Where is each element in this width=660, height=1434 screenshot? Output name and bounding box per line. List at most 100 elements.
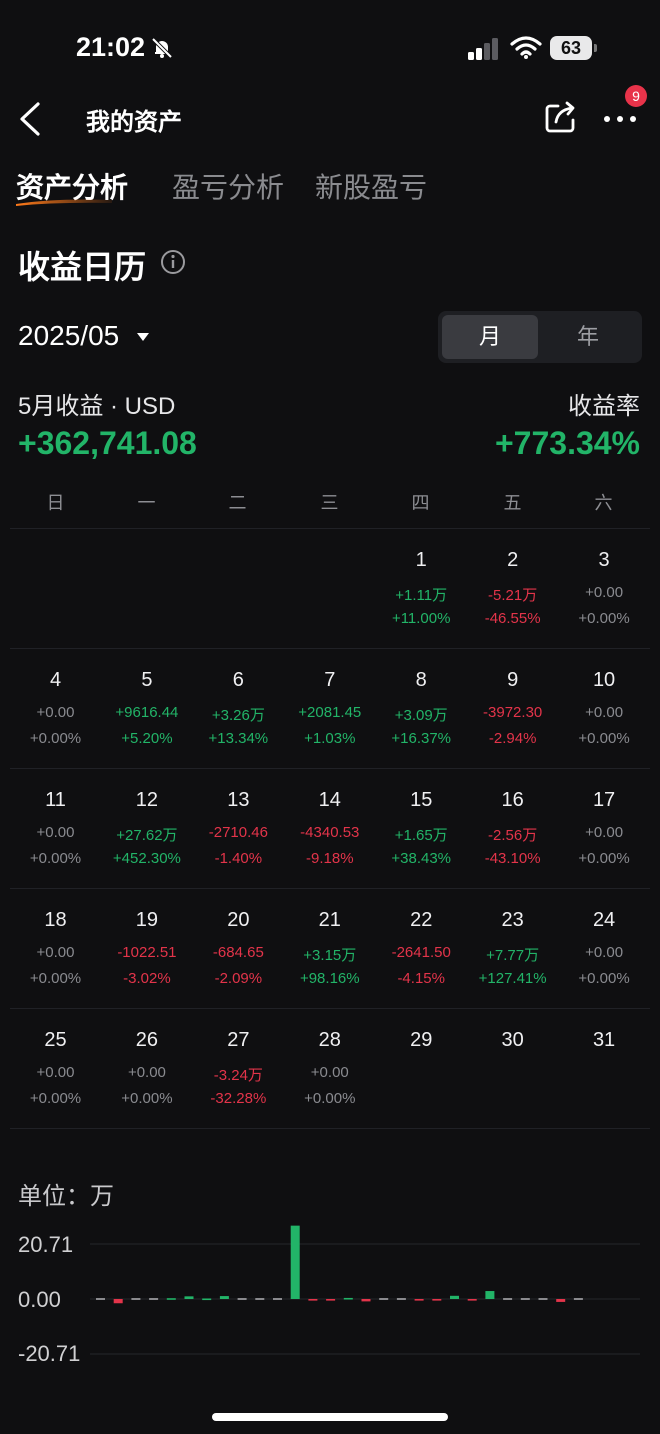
- day-profit-percent: -9.18%: [306, 850, 354, 867]
- day-profit-percent: -32.28%: [210, 1090, 267, 1107]
- day-profit-percent: -2.94%: [488, 730, 537, 747]
- day-number: 31: [592, 1029, 616, 1051]
- daily-profit-bar-chart: [90, 1225, 640, 1355]
- calendar-day-cell[interactable]: 5 +9616.44 +5.20%: [101, 649, 192, 769]
- y-tick-top: 20.71: [18, 1232, 74, 1257]
- battery-indicator: 63: [550, 36, 598, 60]
- calendar-day-cell[interactable]: 20 -684.65 -2.09%: [193, 889, 284, 1009]
- weekday-sun: 日: [46, 493, 65, 513]
- calendar-day-cell[interactable]: 1 +1.11万 +11.00%: [376, 529, 467, 649]
- status-time: 21:02: [76, 32, 146, 62]
- day-number: 16: [501, 789, 524, 811]
- calendar-day-cell[interactable]: 23 +7.77万 +127.41%: [467, 889, 558, 1009]
- monthly-revenue-label: 5月收益 · USD: [18, 393, 176, 420]
- toggle-month[interactable]: 月: [442, 315, 538, 359]
- calendar-day-cell[interactable]: 18 +0.00 +0.00%: [10, 889, 101, 1009]
- day-profit-percent: +0.00%: [29, 970, 82, 987]
- chart-bar: [237, 1298, 247, 1300]
- calendar-day-cell[interactable]: 27 -3.24万 -32.28%: [193, 1009, 284, 1129]
- toggle-year[interactable]: 年: [538, 315, 638, 359]
- chart-bar: [184, 1296, 194, 1299]
- calendar-day-cell[interactable]: 15 +1.65万 +38.43%: [376, 769, 467, 889]
- day-number: 4: [49, 669, 62, 691]
- calendar-day-cell[interactable]: 29: [376, 1009, 467, 1129]
- period-selector[interactable]: 2025/05: [18, 320, 119, 352]
- day-profit-amount: -1022.51: [117, 944, 177, 961]
- monthly-revenue-value: +362,741.08: [18, 425, 197, 461]
- day-profit-percent: +1.03%: [304, 730, 356, 747]
- day-number: 27: [227, 1029, 250, 1051]
- chart-bar: [379, 1298, 389, 1300]
- day-profit-amount: +0.00: [585, 824, 624, 841]
- caret-down-icon[interactable]: [136, 332, 150, 342]
- calendar-day-cell[interactable]: 17 +0.00 +0.00%: [559, 769, 650, 889]
- back-arrow-icon[interactable]: [16, 100, 46, 138]
- calendar-day-cell[interactable]: 26 +0.00 +0.00%: [101, 1009, 192, 1129]
- calendar-day-cell[interactable]: 25 +0.00 +0.00%: [10, 1009, 101, 1129]
- day-profit-percent: +0.00%: [578, 610, 630, 627]
- day-number: 14: [318, 789, 341, 811]
- day-number: 2: [507, 549, 519, 571]
- calendar-day-cell[interactable]: 22 -2641.50 -4.15%: [376, 889, 467, 1009]
- chart-bar: [556, 1299, 566, 1302]
- day-profit-amount: +3.15万: [303, 947, 357, 964]
- day-number: 3: [598, 549, 610, 571]
- day-profit-percent: -2.09%: [214, 970, 263, 987]
- battery-level: 63: [560, 38, 582, 58]
- section-title: 收益日历: [18, 249, 147, 285]
- share-icon[interactable]: [542, 98, 580, 136]
- day-number: 9: [507, 669, 519, 691]
- tab-profit-loss-analysis[interactable]: 盈亏分析: [172, 166, 284, 206]
- day-number: 10: [592, 669, 616, 691]
- day-number: 22: [410, 909, 433, 931]
- chart-bar: [503, 1298, 513, 1300]
- weekday-tue: 二: [228, 493, 247, 513]
- calendar-day-cell[interactable]: 14 -4340.53 -9.18%: [284, 769, 375, 889]
- calendar-day-cell[interactable]: 11 +0.00 +0.00%: [10, 769, 101, 889]
- calendar-day-cell[interactable]: 3 +0.00 +0.00%: [559, 529, 650, 649]
- day-profit-percent: +0.00%: [578, 730, 630, 747]
- calendar-day-cell[interactable]: 9 -3972.30 -2.94%: [467, 649, 558, 769]
- day-profit-percent: +5.20%: [121, 730, 173, 747]
- day-number: 25: [44, 1029, 67, 1051]
- weekday-thu: 四: [411, 493, 430, 513]
- chart-bar: [202, 1298, 212, 1301]
- calendar-day-cell[interactable]: 13 -2710.46 -1.40%: [193, 769, 284, 889]
- calendar-day-cell[interactable]: 19 -1022.51 -3.02%: [101, 889, 192, 1009]
- day-profit-amount: +0.00: [36, 824, 75, 841]
- day-number: 6: [232, 669, 244, 691]
- calendar-day-cell[interactable]: 10 +0.00 +0.00%: [559, 649, 650, 769]
- home-indicator[interactable]: [212, 1413, 448, 1421]
- calendar-day-cell[interactable]: 30: [467, 1009, 558, 1129]
- info-icon[interactable]: [160, 249, 186, 275]
- chart-bar: [326, 1299, 336, 1301]
- calendar-day-cell[interactable]: 16 -2.56万 -43.10%: [467, 769, 558, 889]
- calendar-day-cell[interactable]: 12 +27.62万 +452.30%: [101, 769, 192, 889]
- day-profit-amount: +1.65万: [394, 827, 448, 844]
- calendar-day-cell[interactable]: 28 +0.00 +0.00%: [284, 1009, 375, 1129]
- day-profit-amount: -4340.53: [300, 824, 360, 841]
- calendar-day-cell[interactable]: 31: [559, 1009, 650, 1129]
- day-number: 8: [415, 669, 427, 691]
- calendar-day-cell[interactable]: 4 +0.00 +0.00%: [10, 649, 101, 769]
- chart-bar: [219, 1296, 229, 1299]
- calendar-day-cell[interactable]: 8 +3.09万 +16.37%: [376, 649, 467, 769]
- day-number: 28: [318, 1029, 341, 1051]
- profit-calendar: 1 +1.11万 +11.00% 2 -5.21万 -46.55% 3 +0.00 +0.00%…: [10, 529, 650, 1129]
- calendar-day-cell[interactable]: 2 -5.21万 -46.55%: [467, 529, 558, 649]
- chart-bar: [113, 1299, 123, 1304]
- tab-ipo-profit-loss[interactable]: 新股盈亏: [315, 166, 427, 206]
- calendar-day-cell[interactable]: 21 +3.15万 +98.16%: [284, 889, 375, 1009]
- day-profit-percent: +11.00%: [391, 610, 451, 627]
- calendar-day-cell[interactable]: 7 +2081.45 +1.03%: [284, 649, 375, 769]
- day-profit-percent: +0.00%: [29, 730, 82, 747]
- day-number: 23: [501, 909, 524, 931]
- day-profit-percent: -1.40%: [214, 850, 263, 867]
- calendar-day-cell[interactable]: 6 +3.26万 +13.34%: [193, 649, 284, 769]
- chart-bar: [573, 1298, 583, 1300]
- day-profit-amount: +27.62万: [116, 827, 178, 844]
- return-rate-label: 收益率: [568, 393, 640, 420]
- day-number: 19: [135, 909, 159, 931]
- calendar-day-cell[interactable]: 24 +0.00 +0.00%: [559, 889, 650, 1009]
- weekday-header: 日 一 二 三 四 五 六: [10, 489, 650, 527]
